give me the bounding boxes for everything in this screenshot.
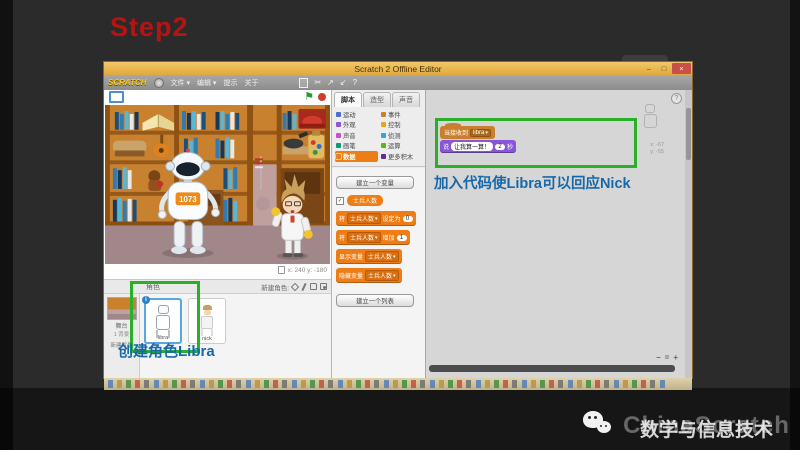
new-sprite-library-icon[interactable] bbox=[291, 282, 299, 290]
category-more-blocks[interactable]: 更多积木 bbox=[380, 151, 423, 162]
make-variable-button[interactable]: 建立一个变量 bbox=[336, 176, 414, 189]
horizontal-scrollbar[interactable] bbox=[429, 365, 675, 372]
tab-costumes[interactable]: 造型 bbox=[363, 92, 391, 107]
menu-file[interactable]: 文件 ▾ bbox=[171, 78, 190, 88]
robot-badge-number: 1073 bbox=[179, 195, 197, 204]
variable-checkbox[interactable]: ✓ bbox=[336, 197, 344, 205]
fullscreen-icon[interactable] bbox=[109, 91, 124, 103]
title-bar[interactable]: Scratch 2 Offline Editor – □ × bbox=[104, 62, 692, 75]
dropdown-arrow-icon: ▾ bbox=[393, 254, 396, 260]
dropdown-arrow-icon: ▾ bbox=[393, 273, 396, 279]
category-motion[interactable]: 运动 bbox=[335, 109, 378, 120]
wechat-icon bbox=[583, 411, 613, 439]
category-operators[interactable]: 运算 bbox=[380, 141, 423, 152]
make-list-button[interactable]: 建立一个列表 bbox=[336, 294, 414, 307]
zoom-in-button[interactable]: + bbox=[673, 353, 678, 362]
say-for-secs-block[interactable]: 说 让我算一算！ 2 秒 bbox=[440, 140, 516, 153]
annotation-create-sprite: 创建角色Libra bbox=[118, 340, 215, 361]
step-label: Step2 bbox=[110, 12, 189, 43]
category-list: 运动 外观 声音 画笔 数据 事件 控制 侦测 运算 更多积木 bbox=[335, 109, 423, 162]
tab-sounds[interactable]: 声音 bbox=[392, 92, 420, 107]
minimize-button[interactable]: – bbox=[642, 63, 656, 74]
menu-about[interactable]: 关于 bbox=[244, 78, 258, 88]
window-title: Scratch 2 Offline Editor bbox=[104, 64, 692, 74]
stage-panel: ⚑ bbox=[104, 90, 332, 378]
menu-tips[interactable]: 提示 bbox=[223, 78, 237, 88]
duplicate-icon[interactable] bbox=[299, 78, 308, 88]
scratch-logo[interactable]: SCRATCH bbox=[108, 78, 147, 87]
video-frame: Step2 Scratch 2 Offline Editor – □ × SCR… bbox=[0, 0, 800, 450]
show-variable-block[interactable]: 显示变量 士兵人数▾ bbox=[336, 249, 402, 264]
maximize-button[interactable]: □ bbox=[657, 63, 671, 74]
dropdown-arrow-icon: ▾ bbox=[375, 235, 378, 241]
change-variable-block[interactable]: 将 士兵人数▾ 增加 1 bbox=[336, 230, 410, 245]
scratch-window: Scratch 2 Offline Editor – □ × SCRATCH 文… bbox=[104, 62, 692, 378]
block-help-icon[interactable]: ? bbox=[353, 78, 357, 87]
taskbar-icons bbox=[108, 380, 668, 388]
set-variable-block[interactable]: 将 士兵人数▾ 设定为 0 bbox=[336, 211, 416, 226]
new-sprite-label: 新建角色: bbox=[261, 282, 289, 292]
category-sensing[interactable]: 侦测 bbox=[380, 130, 423, 141]
upload-sprite-icon[interactable] bbox=[310, 283, 317, 290]
green-flag-icon[interactable]: ⚑ bbox=[304, 92, 314, 102]
menu-bar: SCRATCH 文件 ▾ 编辑 ▾ 提示 关于 ✂ ↗ ↙ ? bbox=[104, 75, 692, 90]
windows-taskbar[interactable] bbox=[104, 378, 692, 390]
nick-thumbnail-image bbox=[200, 305, 214, 336]
camera-sprite-icon[interactable] bbox=[320, 283, 327, 290]
stage-scene: 1073 bbox=[105, 104, 330, 265]
block-palette: 脚本 造型 声音 运动 外观 声音 画笔 数据 事件 控制 侦测 运算 更多积木 bbox=[332, 90, 426, 378]
category-events[interactable]: 事件 bbox=[380, 109, 423, 120]
category-data[interactable]: 数据 bbox=[335, 151, 378, 162]
stop-icon[interactable] bbox=[318, 93, 326, 101]
dropdown-arrow-icon: ▾ bbox=[485, 130, 488, 136]
category-pen[interactable]: 画笔 bbox=[335, 141, 378, 152]
grow-icon[interactable]: ↗ bbox=[327, 78, 334, 87]
language-globe-icon[interactable] bbox=[154, 78, 164, 88]
category-control[interactable]: 控制 bbox=[380, 120, 423, 131]
category-sound[interactable]: 声音 bbox=[335, 130, 378, 141]
left-edge-shadow bbox=[0, 0, 13, 450]
annotation-add-code: 加入代码使Libra可以回应Nick bbox=[434, 172, 631, 193]
category-looks[interactable]: 外观 bbox=[335, 120, 378, 131]
editor-body: ⚑ bbox=[104, 90, 692, 378]
close-button[interactable]: × bbox=[672, 63, 691, 74]
stage-canvas[interactable]: 1073 bbox=[105, 104, 330, 265]
tab-scripts[interactable]: 脚本 bbox=[334, 92, 362, 107]
say-message-input[interactable]: 让我算一算！ bbox=[451, 142, 493, 151]
scripts-area[interactable]: ? x: -67 y: -55 当接收到 libra▾ 说 让我算一算！ 2 bbox=[426, 90, 692, 378]
watermark: ChinaScratch 数学与信息技术 bbox=[583, 408, 794, 442]
vertical-scrollbar[interactable] bbox=[685, 90, 692, 378]
zoom-out-button[interactable]: − bbox=[656, 353, 661, 362]
when-receive-block[interactable]: 当接收到 libra▾ bbox=[440, 126, 495, 139]
say-duration-input[interactable]: 2 bbox=[495, 144, 505, 150]
menu-edit[interactable]: 编辑 ▾ bbox=[197, 78, 216, 88]
coords-label: x: 240 y: -180 bbox=[288, 267, 327, 274]
stage-header: ⚑ bbox=[104, 90, 331, 104]
hide-variable-block[interactable]: 隐藏变量 士兵人数▾ bbox=[336, 268, 402, 283]
dropdown-arrow-icon: ▾ bbox=[375, 216, 378, 222]
data-blocks-area: 建立一个变量 ✓ 士兵人数 将 士兵人数▾ 设定为 0 将 士兵人数▾ 增 bbox=[332, 168, 425, 378]
sprite-position-icon bbox=[278, 266, 285, 274]
paint-sprite-icon[interactable] bbox=[301, 283, 307, 291]
shrink-icon[interactable]: ↙ bbox=[340, 78, 347, 87]
delete-icon[interactable]: ✂ bbox=[314, 78, 321, 87]
help-button[interactable]: ? bbox=[671, 93, 682, 104]
sprite-ghost-preview bbox=[640, 104, 660, 128]
mouse-coords: x: 240 y: -180 bbox=[278, 266, 327, 274]
watermark-cn: 数学与信息技术 bbox=[619, 415, 794, 442]
sprite-xy-readout: x: -67 y: -55 bbox=[650, 142, 664, 156]
variable-reporter-block[interactable]: 士兵人数 bbox=[347, 195, 383, 206]
zoom-reset-button[interactable]: = bbox=[665, 353, 670, 362]
right-edge-shadow bbox=[790, 0, 800, 450]
